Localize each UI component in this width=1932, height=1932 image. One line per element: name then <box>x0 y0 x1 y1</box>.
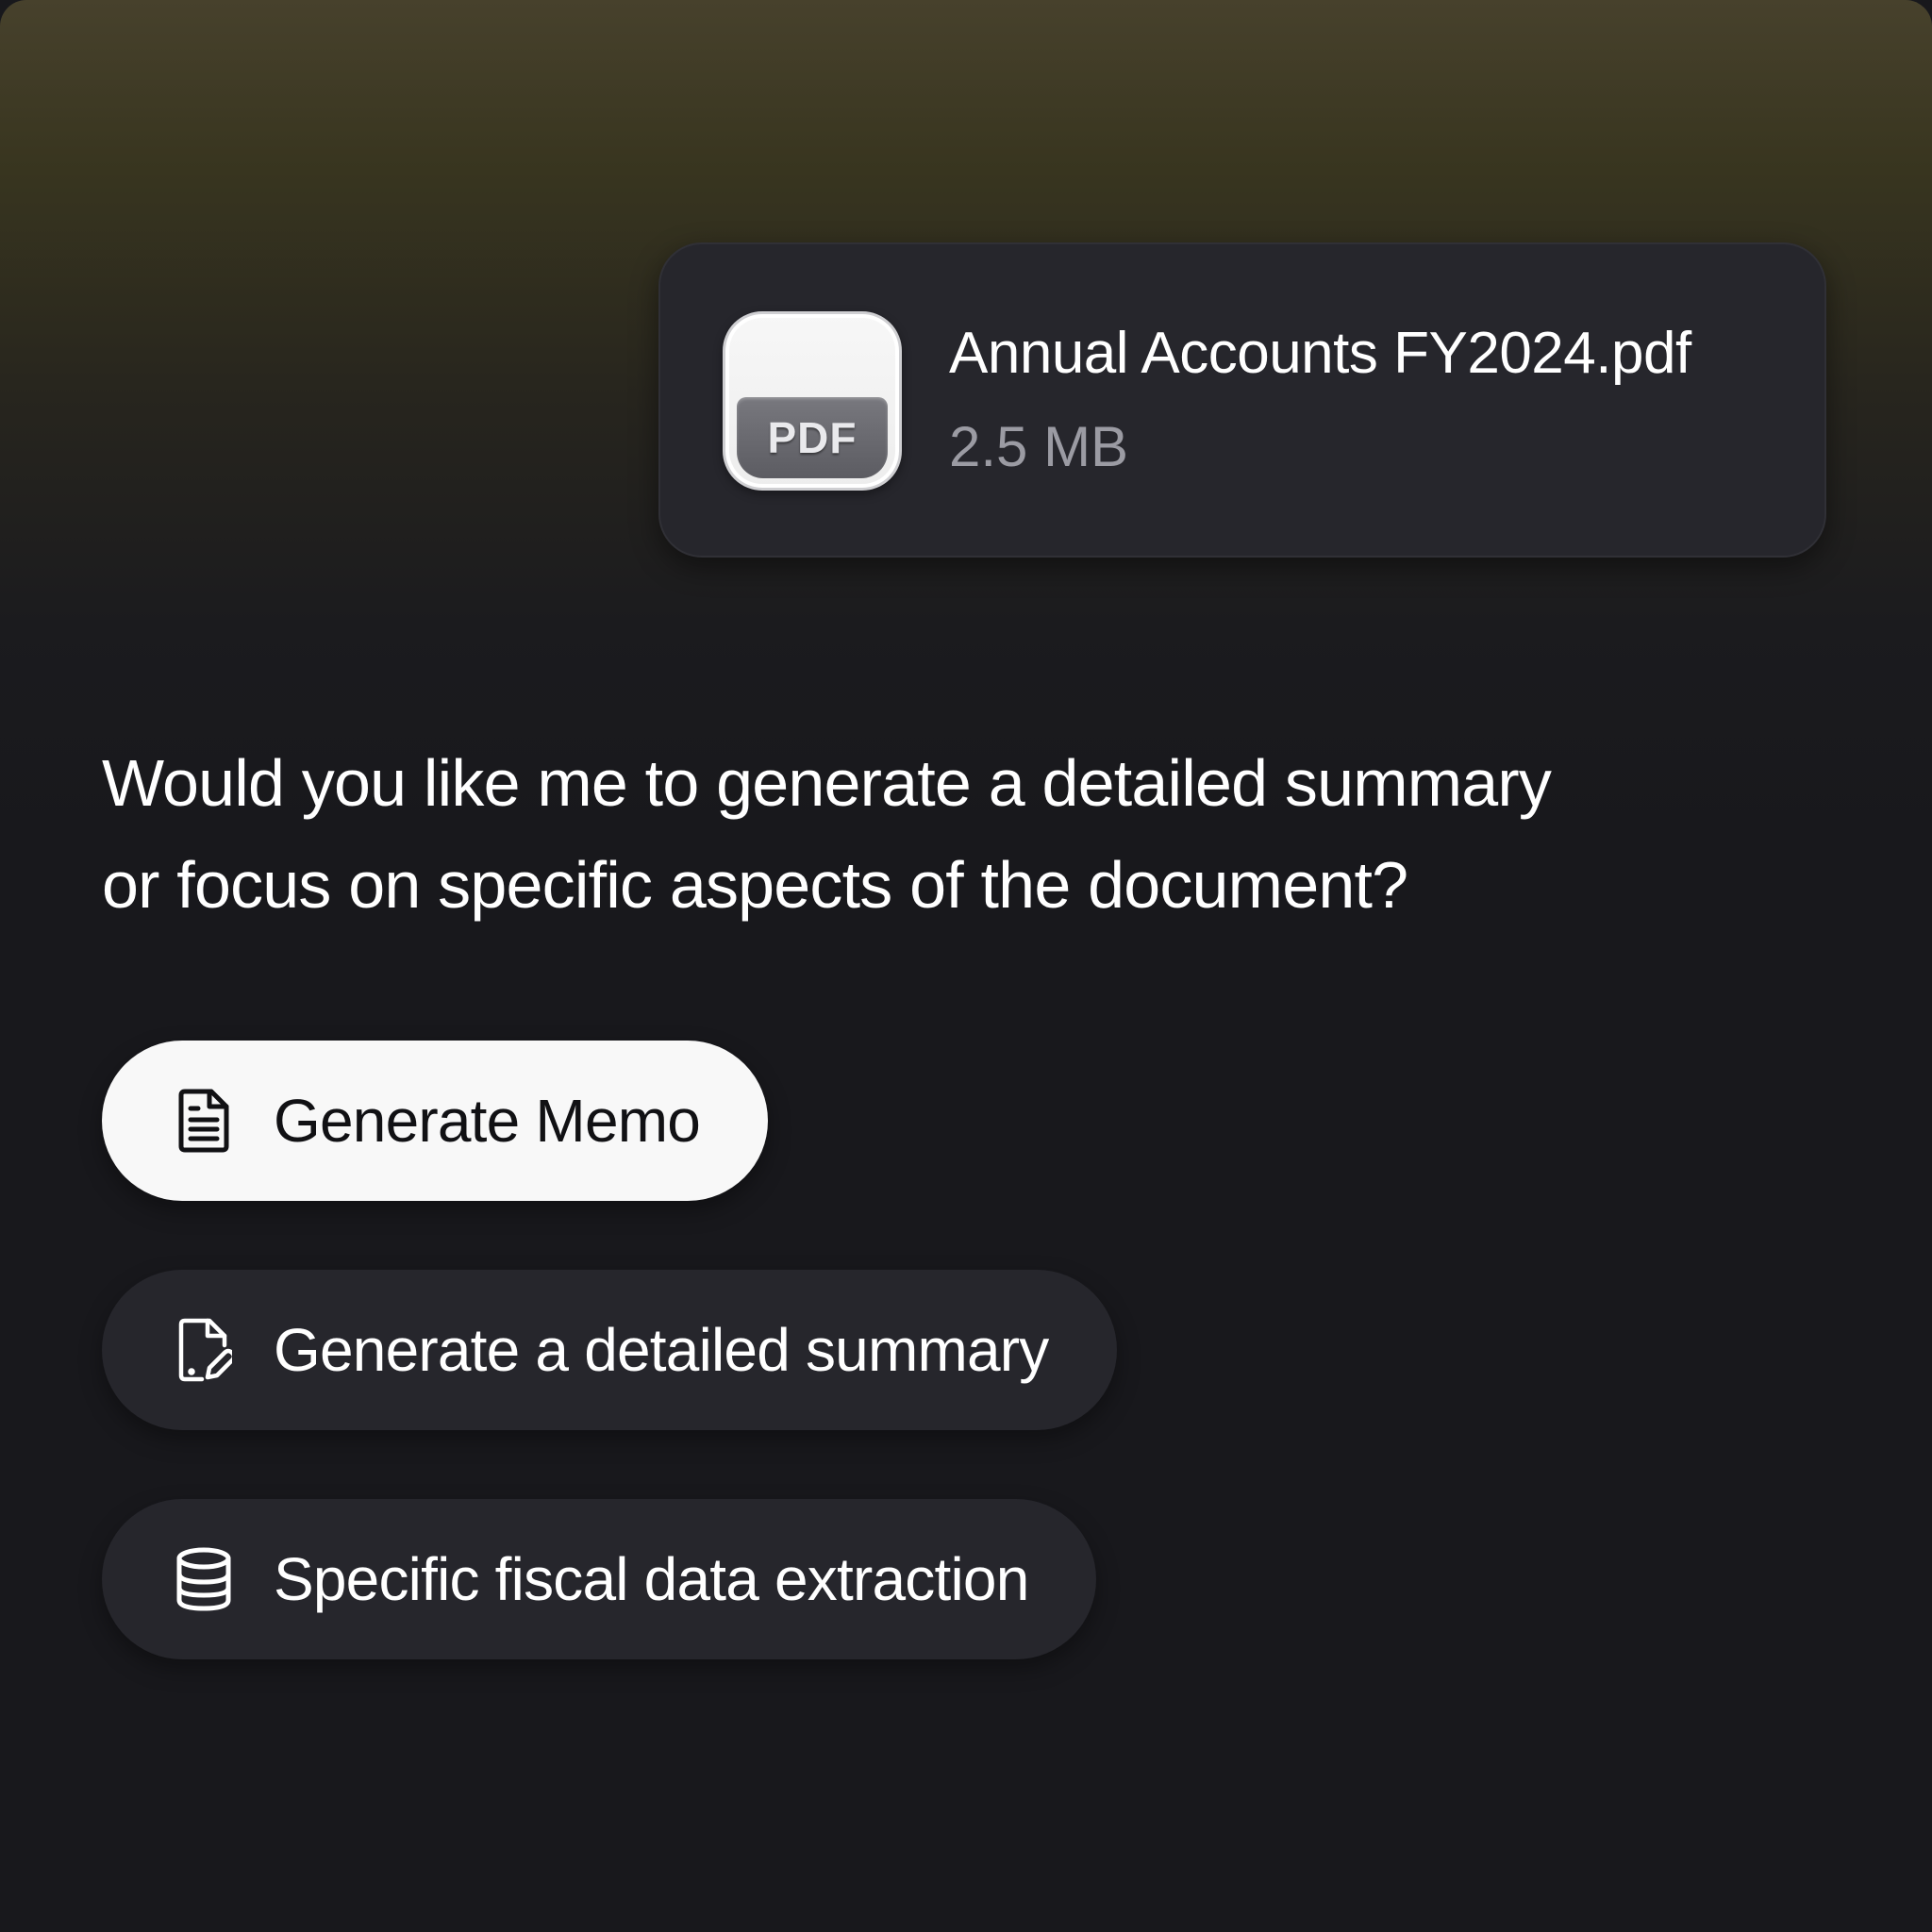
pdf-file-icon: PDF <box>723 311 902 491</box>
database-icon <box>176 1547 231 1611</box>
generate-memo-label: Generate Memo <box>274 1087 701 1155</box>
file-size: 2.5 MB <box>949 415 1129 478</box>
document-text-icon <box>178 1089 229 1153</box>
generate-summary-label: Generate a detailed summary <box>274 1316 1049 1384</box>
fiscal-data-extraction-button[interactable]: Specific fiscal data extraction <box>102 1499 1097 1659</box>
fiscal-data-extraction-label: Specific fiscal data extraction <box>274 1545 1029 1613</box>
assistant-message-line: Would you like me to generate a detailed… <box>102 746 1552 820</box>
file-attachment-card[interactable]: PDF Annual Accounts FY2024.pdf 2.5 MB <box>658 242 1826 558</box>
pdf-icon-label: PDF <box>767 413 858 462</box>
file-name: Annual Accounts FY2024.pdf <box>949 321 1691 386</box>
assistant-message-line: or focus on specific aspects of the docu… <box>102 848 1408 922</box>
pdf-label-band: PDF <box>737 397 888 478</box>
generate-summary-button[interactable]: Generate a detailed summary <box>102 1270 1117 1430</box>
generate-memo-button[interactable]: Generate Memo <box>102 1041 769 1201</box>
chat-canvas: PDF Annual Accounts FY2024.pdf 2.5 MB Wo… <box>0 0 1932 1932</box>
document-edit-icon <box>178 1318 232 1382</box>
assistant-message: Would you like me to generate a detailed… <box>102 732 1706 936</box>
